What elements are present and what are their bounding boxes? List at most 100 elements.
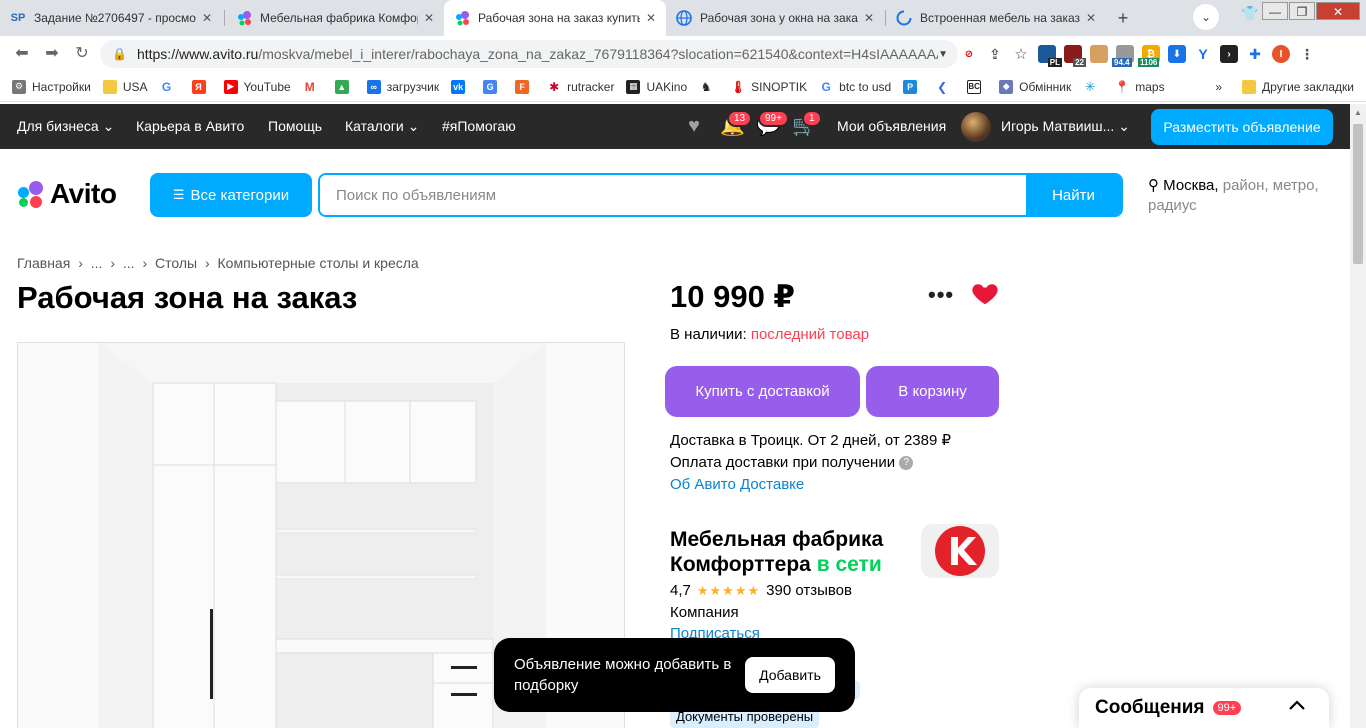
browser-tab-active[interactable]: Рабочая зона на заказ купить ✕: [444, 0, 666, 36]
puzzle-icon[interactable]: ✚: [1246, 45, 1264, 63]
bookmark-f[interactable]: F: [515, 79, 535, 94]
seller-name[interactable]: Мебельная фабрика Комфорттера в сети: [670, 527, 910, 577]
add-button[interactable]: Добавить: [745, 657, 835, 693]
scroll-up-icon[interactable]: ▲: [1353, 108, 1363, 118]
about-delivery-link[interactable]: Об Авито Доставке: [670, 474, 951, 496]
bookmark-rutracker[interactable]: ✱ rutracker: [547, 79, 614, 94]
messenger-widget[interactable]: Сообщения 99+: [1079, 688, 1329, 728]
bookmark-downloader[interactable]: ∞ загрузчик: [366, 79, 439, 94]
bookmark-gmail[interactable]: M: [302, 79, 323, 94]
question-icon[interactable]: ?: [899, 456, 914, 471]
url-text[interactable]: https://www.avito.ru/moskva/mebel_i_inte…: [137, 46, 938, 62]
bookmark-exchanger[interactable]: ◆ Обмінник: [999, 79, 1071, 94]
buy-with-delivery-button[interactable]: Купить с доставкой: [665, 366, 860, 417]
location-selector[interactable]: ⚲ Москва, район, метро, радиус: [1148, 176, 1338, 216]
bookmark-p[interactable]: P: [903, 79, 923, 94]
breadcrumb-separator: ›: [78, 255, 83, 271]
add-to-cart-button[interactable]: В корзину: [866, 366, 999, 417]
page-scrollbar[interactable]: ▲: [1350, 104, 1366, 728]
extension-icon[interactable]: ›: [1220, 45, 1238, 63]
bookmark-sinoptik[interactable]: 🌡 SINOPTIK: [731, 79, 807, 94]
user-menu[interactable]: Игорь Матвииш... ⌄: [1001, 118, 1130, 135]
avito-logo[interactable]: Avito: [16, 177, 117, 211]
cart-badge: 1: [802, 110, 822, 127]
reload-icon[interactable]: ↻: [72, 44, 92, 64]
bookmark-vk[interactable]: vk: [451, 79, 471, 94]
delivery-line: Доставка в Троицк. От 2 дней, от 2389 ₽: [670, 432, 952, 449]
bookmark-youtube[interactable]: ▶ YouTube: [223, 79, 291, 94]
extension-icon[interactable]: 94.4: [1112, 45, 1134, 67]
extension-icon[interactable]: Y: [1194, 45, 1212, 63]
other-bookmarks[interactable]: Другие закладки: [1242, 80, 1354, 94]
bookmark-asterisk[interactable]: ✳: [1083, 79, 1103, 94]
menu-dots-icon[interactable]: ⋮: [1298, 45, 1316, 63]
shirt-icon[interactable]: 👕: [1241, 5, 1261, 25]
close-icon[interactable]: ✕: [424, 11, 434, 25]
search-button[interactable]: Найти: [1026, 175, 1121, 215]
extension-icon[interactable]: 22: [1064, 45, 1086, 67]
my-ads-link[interactable]: Мои объявления: [837, 118, 946, 134]
avatar[interactable]: [961, 112, 991, 142]
bookmark-uakino[interactable]: ▦ UAKino: [626, 79, 687, 94]
business-menu[interactable]: Для бизнеса ⌄: [17, 118, 114, 135]
forward-arrow-icon[interactable]: ➡: [42, 44, 62, 64]
ihelp-link[interactable]: #яПомогаю: [442, 118, 516, 134]
bitcoin-extension-icon[interactable]: ₿ 1106: [1138, 45, 1160, 67]
breadcrumb-item[interactable]: ...: [91, 255, 103, 271]
back-arrow-icon[interactable]: ⬅: [12, 44, 32, 64]
maximize-icon[interactable]: ❐: [1289, 2, 1315, 20]
heart-favorites-icon[interactable]: ♥: [682, 115, 706, 137]
chevron-up-icon[interactable]: [1287, 696, 1307, 716]
blocked-icon[interactable]: ⊘: [960, 45, 978, 63]
share-icon[interactable]: ⇪: [986, 45, 1004, 63]
new-tab-icon[interactable]: +: [1113, 8, 1133, 28]
star-bookmark-icon[interactable]: ☆: [1012, 45, 1030, 63]
download-icon[interactable]: ⬇: [1168, 45, 1186, 63]
face-extension-icon[interactable]: [1090, 45, 1108, 63]
bookmark-btc[interactable]: Gbtc to usd: [819, 79, 891, 94]
bookmark-bc[interactable]: BC: [967, 79, 987, 94]
close-icon[interactable]: ✕: [1086, 11, 1096, 25]
career-link[interactable]: Карьера в Авито: [136, 118, 244, 134]
breadcrumb-item[interactable]: Компьютерные столы и кресла: [218, 255, 419, 271]
search-input[interactable]: [320, 175, 1026, 215]
bookmark-arrow[interactable]: ❮: [935, 79, 955, 94]
bookmark-google[interactable]: G: [159, 79, 180, 94]
scrollbar-thumb[interactable]: [1353, 124, 1363, 264]
close-window-icon[interactable]: ✕: [1316, 2, 1360, 20]
bookmark-drive[interactable]: ▲: [334, 79, 355, 94]
help-link[interactable]: Помощь: [268, 118, 322, 134]
minimize-icon[interactable]: —: [1262, 2, 1288, 20]
bookmark-translate[interactable]: G: [483, 79, 503, 94]
all-categories-button[interactable]: ☰ Все категории: [150, 173, 312, 217]
breadcrumb-item[interactable]: Столы: [155, 255, 197, 271]
browser-tab[interactable]: Встроенная мебель на заказ к ✕: [886, 0, 1106, 36]
browser-tab[interactable]: Мебельная фабрика Комфорттера ✕: [226, 0, 444, 36]
heart-favorite-icon[interactable]: [970, 278, 1000, 308]
seller-logo[interactable]: [921, 524, 999, 578]
lock-icon: 🔒: [112, 47, 127, 61]
tab-search-icon[interactable]: ⌄: [1193, 4, 1219, 30]
dropdown-arrow-icon[interactable]: ▼: [938, 49, 948, 60]
bookmark-chess[interactable]: ♞: [699, 79, 719, 94]
post-ad-button[interactable]: Разместить объявление: [1151, 109, 1333, 145]
bookmark-yandex[interactable]: Я: [191, 79, 212, 94]
close-icon[interactable]: ✕: [202, 11, 212, 25]
more-options-icon[interactable]: •••: [928, 282, 954, 308]
bookmark-settings[interactable]: ⚙ Настройки: [12, 79, 91, 94]
catalogs-menu[interactable]: Каталоги ⌄: [345, 118, 419, 135]
close-icon[interactable]: ✕: [646, 11, 656, 25]
bookmarks-overflow-icon[interactable]: »: [1215, 80, 1222, 94]
profile-avatar-icon[interactable]: I: [1272, 45, 1290, 63]
vpn-extension-icon[interactable]: PL: [1038, 45, 1062, 67]
payment-line: Оплата доставки при получении ?: [670, 452, 951, 474]
bookmark-maps[interactable]: 📍 maps: [1115, 79, 1165, 94]
browser-tab[interactable]: SP Задание №2706497 - просмотр ✕: [0, 0, 222, 36]
browser-tab[interactable]: Рабочая зона у окна на заказ ✕: [666, 0, 884, 36]
seller-rating[interactable]: 4,7 ★★★★★ 390 отзывов: [670, 582, 852, 599]
breadcrumb-home[interactable]: Главная: [17, 255, 70, 271]
address-bar[interactable]: 🔒 https://www.avito.ru/moskva/mebel_i_in…: [100, 40, 958, 68]
breadcrumb-item[interactable]: ...: [123, 255, 135, 271]
bookmark-usa[interactable]: USA: [102, 79, 148, 94]
close-icon[interactable]: ✕: [864, 11, 874, 25]
